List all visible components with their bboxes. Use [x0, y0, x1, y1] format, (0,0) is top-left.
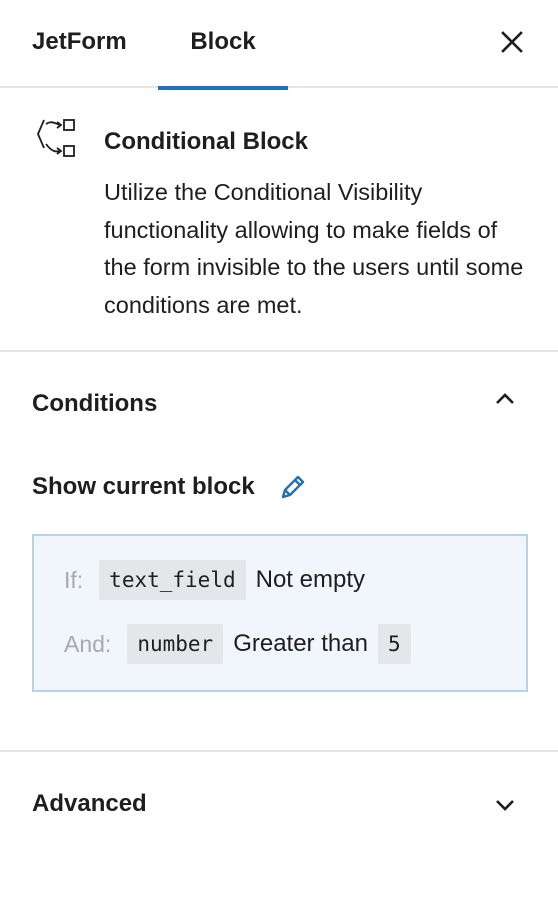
- tab-block-label: Block: [190, 28, 256, 55]
- condition-comparison: Greater than: [233, 630, 368, 657]
- show-current-block-label: Show current block: [32, 473, 255, 500]
- conditions-toggle[interactable]: [490, 384, 520, 414]
- advanced-toggle[interactable]: [490, 790, 520, 820]
- advanced-panel: Advanced: [0, 752, 558, 852]
- condition-value: 5: [377, 624, 411, 664]
- edit-conditions-button[interactable]: [277, 471, 309, 503]
- condition-operator: And:: [64, 630, 112, 657]
- conditional-block-icon: [34, 114, 78, 162]
- block-description: Utilize the Conditional Visibility funct…: [104, 179, 524, 318]
- tab-block[interactable]: Block: [158, 0, 288, 90]
- pencil-icon: [281, 475, 304, 499]
- conditions-panel: Conditions Show current block If: text_f…: [0, 352, 558, 752]
- tab-jetform[interactable]: JetForm: [32, 0, 127, 88]
- block-title: Conditional Block: [104, 128, 308, 155]
- condition-field: text_field: [99, 560, 246, 600]
- close-icon: [501, 31, 523, 53]
- condition-rule: And: number Greater than 5: [64, 624, 411, 664]
- condition-rule: If: text_field Not empty: [64, 560, 375, 600]
- condition-operator: If:: [64, 566, 84, 593]
- condition-comparison: Not empty: [255, 566, 365, 593]
- conditions-summary[interactable]: If: text_field Not empty And: number Gre…: [32, 534, 528, 692]
- chevron-up-icon: [496, 393, 514, 404]
- block-card: Conditional Block Utilize the Conditiona…: [0, 88, 558, 352]
- chevron-down-icon: [496, 800, 514, 811]
- conditions-panel-title[interactable]: Conditions: [32, 390, 157, 418]
- close-button[interactable]: [496, 26, 528, 58]
- sidebar-tabs: JetForm Block: [0, 0, 558, 90]
- advanced-panel-title[interactable]: Advanced: [32, 790, 147, 818]
- condition-field: number: [127, 624, 224, 664]
- show-current-block-row: Show current block: [32, 470, 309, 504]
